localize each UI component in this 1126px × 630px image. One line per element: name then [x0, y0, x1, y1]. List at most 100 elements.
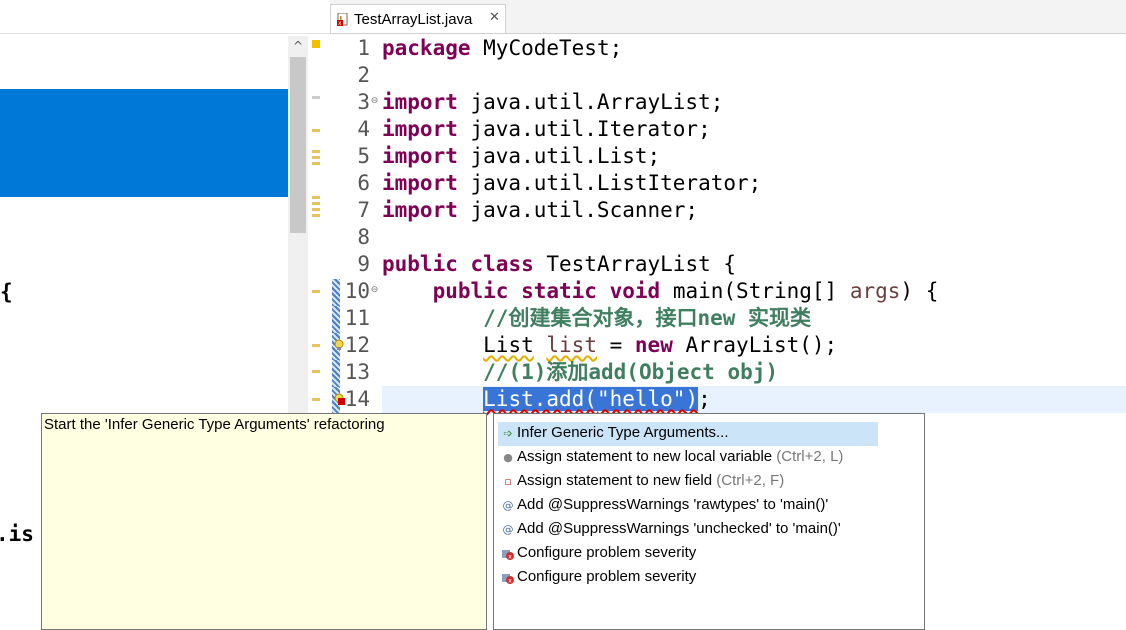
overview-marker[interactable] — [312, 150, 320, 153]
quick-fix-proposals[interactable]: ➩ Infer Generic Type Arguments... ● Assi… — [493, 413, 925, 630]
line-number: 3 — [357, 90, 370, 114]
code-text: ) — [685, 387, 699, 411]
proposal-description: Start the 'Infer Generic Type Arguments'… — [44, 416, 385, 433]
code-line-9[interactable]: public class TestArrayList { — [382, 251, 736, 278]
code-line-1[interactable]: package MyCodeTest; — [382, 35, 622, 62]
keyword: import — [382, 90, 458, 114]
configure-severity-icon: x — [502, 574, 514, 585]
code-text: MyCodeTest; — [470, 36, 623, 60]
keyword: import — [382, 144, 458, 168]
proposal-suppress-rawtypes[interactable]: @ Add @SuppressWarnings 'rawtypes' to 'm… — [498, 494, 878, 518]
code-text: List.add( — [483, 387, 597, 411]
code-line-4[interactable]: import java.util.Iterator; — [382, 116, 711, 143]
tab-testarraylist-java[interactable]: J x TestArrayList.java ✕ — [330, 4, 506, 33]
line-number: 2 — [357, 63, 370, 87]
code-line-13[interactable]: //(1)添加add(Object obj) — [382, 359, 778, 386]
code-text: java.util.List; — [457, 144, 661, 168]
overview-marker[interactable] — [312, 398, 320, 401]
code-line-12[interactable]: List list = new ArrayList(); — [382, 332, 837, 359]
annotation-icon: @ — [502, 499, 514, 512]
left-pane-header — [0, 0, 330, 34]
line-number: 9 — [357, 252, 370, 276]
editor-tab-bar: J x TestArrayList.java ✕ — [330, 0, 1126, 34]
keyword: import — [382, 198, 458, 222]
code-line-5[interactable]: import java.util.List; — [382, 143, 660, 170]
warning-overview-icon[interactable] — [312, 40, 320, 48]
java-file-error-icon: J x — [337, 13, 348, 26]
svg-text:x: x — [338, 20, 342, 26]
left-selection-block — [0, 89, 288, 197]
shortcut-hint: (Ctrl+2, L) — [772, 448, 844, 465]
code-text: ; — [698, 387, 711, 411]
overview-marker[interactable] — [312, 344, 320, 347]
proposal-configure-severity[interactable]: x Configure problem severity — [498, 542, 878, 566]
proposal-infer-generic[interactable]: ➩ Infer Generic Type Arguments... — [498, 422, 878, 446]
close-icon[interactable]: ✕ — [489, 10, 500, 25]
code-line-11[interactable]: //创建集合对象，接口new 实现类 — [382, 305, 811, 332]
code-text: main(String[] — [660, 279, 850, 303]
code-line-3[interactable]: import java.util.ArrayList; — [382, 89, 723, 116]
raw-type-warning[interactable]: List — [483, 333, 534, 357]
overview-marker[interactable] — [312, 96, 320, 99]
overview-marker[interactable] — [312, 370, 320, 373]
line-number: 5 — [357, 144, 370, 168]
overview-marker[interactable] — [312, 129, 320, 132]
scroll-up-arrow-icon[interactable]: ^ — [289, 36, 307, 56]
keyword: new — [634, 333, 673, 357]
proposal-label: Assign statement to new field (Ctrl+2, F… — [517, 472, 785, 489]
annotation-icon: @ — [502, 523, 514, 536]
line-number: 8 — [357, 225, 370, 249]
comment: //创建集合对象，接口new 实现类 — [483, 306, 812, 330]
overview-marker[interactable] — [312, 214, 320, 217]
proposal-label: Add @SuppressWarnings 'unchecked' to 'ma… — [517, 520, 841, 537]
error-lightbulb-icon[interactable] — [333, 393, 345, 405]
keyword: import — [382, 171, 458, 195]
local-variable-name: list — [546, 333, 597, 357]
overview-marker[interactable] — [312, 196, 320, 199]
keyword: static — [521, 279, 597, 303]
overview-marker[interactable] — [312, 202, 320, 205]
code-line-14[interactable]: List.add("hello"); — [382, 386, 711, 413]
code-line-6[interactable]: import java.util.ListIterator; — [382, 170, 761, 197]
refactor-arrow-icon: ➩ — [503, 427, 513, 440]
tab-label: TestArrayList.java — [354, 11, 473, 28]
proposal-suppress-unchecked[interactable]: @ Add @SuppressWarnings 'unchecked' to '… — [498, 518, 878, 542]
code-line-7[interactable]: import java.util.Scanner; — [382, 197, 698, 224]
keyword: void — [609, 279, 661, 303]
parameter-name: args — [849, 279, 901, 303]
fold-collapse-icon[interactable]: ⊖ — [370, 97, 379, 106]
left-code-fragment: { — [0, 280, 13, 304]
svg-text:x: x — [508, 578, 512, 585]
line-number: 6 — [357, 171, 370, 195]
proposal-assign-field[interactable]: ▫ Assign statement to new field (Ctrl+2,… — [498, 470, 878, 494]
svg-text:x: x — [508, 554, 512, 561]
code-text: java.util.ArrayList; — [457, 90, 724, 114]
overview-marker[interactable] — [312, 208, 320, 211]
proposal-configure-severity[interactable]: x Configure problem severity — [498, 566, 878, 590]
code-text: java.util.ListIterator; — [457, 171, 762, 195]
warning-lightbulb-icon[interactable] — [333, 339, 345, 351]
overview-marker[interactable] — [312, 290, 320, 293]
overview-marker[interactable] — [312, 162, 320, 165]
code-text: = — [596, 333, 635, 357]
fold-collapse-icon[interactable]: ⊖ — [370, 286, 379, 295]
line-number: 10 — [344, 279, 370, 303]
code-text: java.util.Scanner; — [457, 198, 699, 222]
keyword: public — [432, 279, 509, 303]
code-text: ) { — [900, 279, 939, 303]
configure-severity-icon: x — [502, 550, 514, 561]
code-line-10[interactable]: public static void main(String[] args) { — [382, 278, 939, 305]
line-number: 4 — [357, 117, 370, 141]
selected-error-text[interactable]: List.add("hello") — [483, 387, 699, 411]
keyword: import — [382, 117, 458, 141]
code-text: TestArrayList { — [533, 252, 737, 276]
keyword: public — [382, 252, 458, 276]
overview-marker[interactable] — [312, 156, 320, 159]
left-scrollbar-thumb[interactable] — [290, 57, 306, 233]
line-number: 1 — [357, 36, 370, 60]
proposal-assign-local-variable[interactable]: ● Assign statement to new local variable… — [498, 446, 878, 470]
